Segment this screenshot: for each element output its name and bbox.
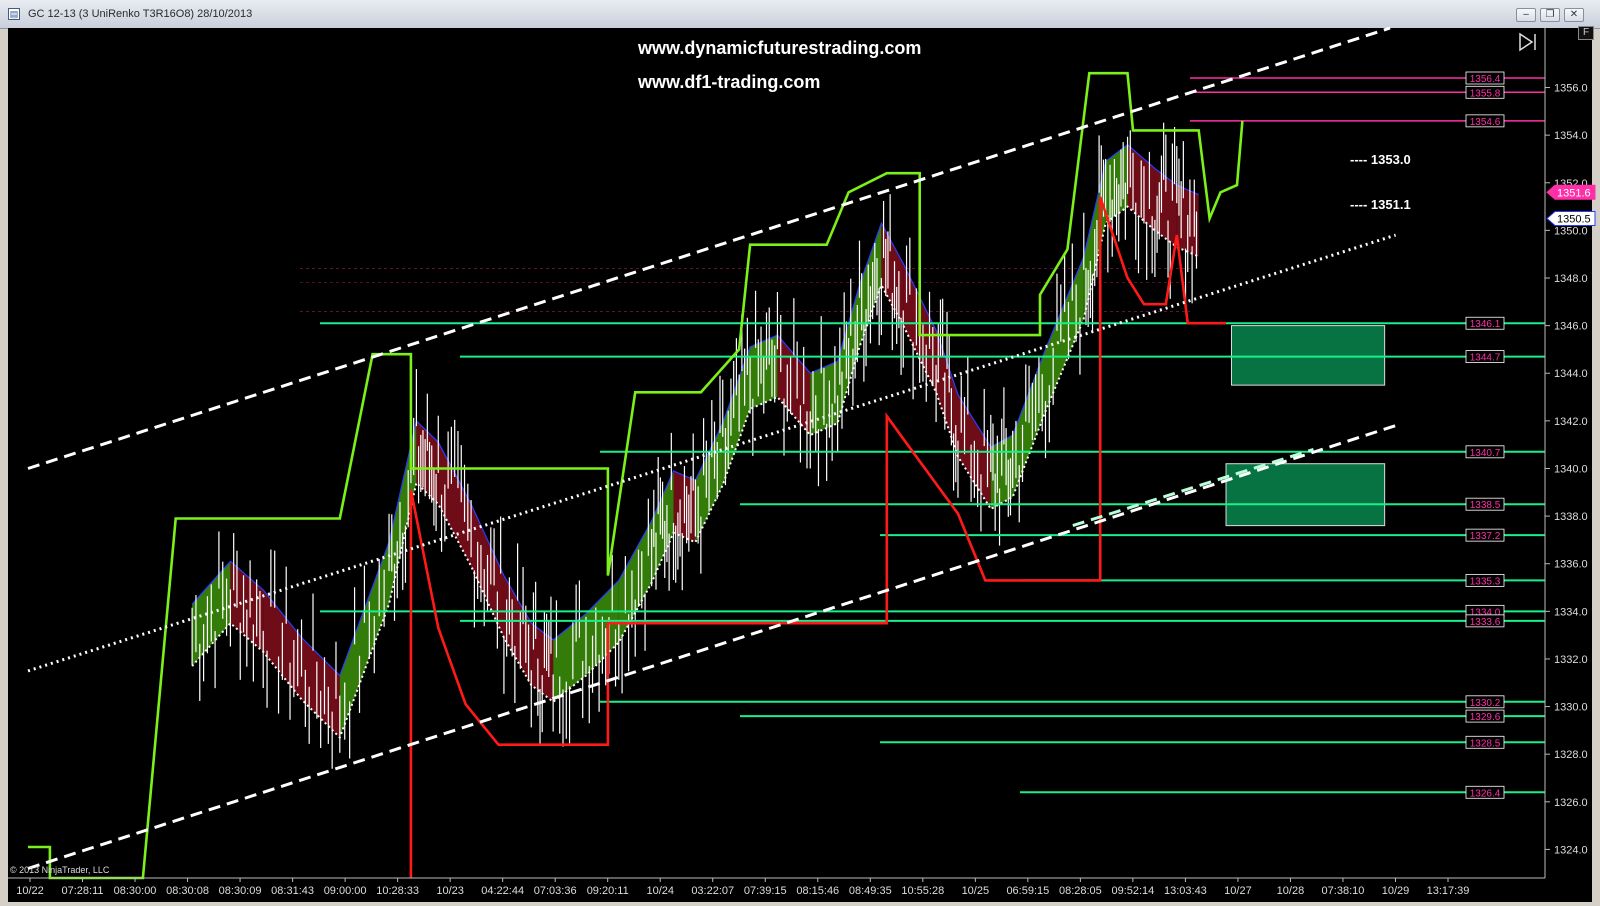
copyright-text: © 2013 NinjaTrader, LLC — [10, 865, 110, 875]
time-tick-label: 10/27 — [1224, 885, 1252, 897]
price-annotation: ---- 1353.0 — [1350, 152, 1411, 167]
time-tick-label: 09:52:14 — [1111, 885, 1154, 897]
price-tick-label: 1354.0 — [1554, 130, 1588, 142]
level-tag-text: 1338.5 — [1470, 500, 1501, 511]
price-marker-text: 1350.5 — [1557, 213, 1591, 225]
price-tick-label: 1346.0 — [1554, 321, 1588, 333]
time-tick-label: 10:28:33 — [376, 885, 419, 897]
watermark-url-1: www.dynamicfuturestrading.com — [638, 38, 922, 58]
time-tick-label: 10/28 — [1277, 885, 1305, 897]
level-tag-text: 1354.6 — [1470, 117, 1501, 128]
time-tick-label: 09:00:00 — [324, 885, 367, 897]
price-tick-label: 1328.0 — [1554, 749, 1588, 761]
time-tick-label: 08:28:05 — [1059, 885, 1102, 897]
time-tick-label: 07:03:36 — [534, 885, 577, 897]
level-tag-text: 1335.3 — [1470, 576, 1501, 587]
level-tag-text: 1329.6 — [1470, 712, 1501, 723]
level-tag-text: 1326.4 — [1470, 788, 1501, 799]
level-tag-text: 1337.2 — [1470, 531, 1501, 542]
price-tick-label: 1348.0 — [1554, 273, 1588, 285]
time-tick-label: 10:55:28 — [901, 885, 944, 897]
time-tick-label: 08:30:00 — [114, 885, 157, 897]
price-tick-label: 1330.0 — [1554, 702, 1588, 714]
level-tag-text: 1356.4 — [1470, 74, 1501, 85]
time-tick-label: 13:03:43 — [1164, 885, 1207, 897]
time-tick-label: 10/23 — [436, 885, 464, 897]
price-tick-label: 1356.0 — [1554, 83, 1588, 95]
price-tick-label: 1324.0 — [1554, 844, 1588, 856]
price-tick-label: 1340.0 — [1554, 463, 1588, 475]
price-tick-label: 1332.0 — [1554, 654, 1588, 666]
time-tick-label: 07:39:15 — [744, 885, 787, 897]
time-tick-label: 10/29 — [1382, 885, 1410, 897]
price-tick-label: 1350.0 — [1554, 225, 1588, 237]
level-tag-text: 1328.5 — [1470, 738, 1501, 749]
time-tick-label: 08:49:35 — [849, 885, 892, 897]
level-tag-text: 1344.7 — [1470, 353, 1501, 364]
time-tick-label: 10/24 — [646, 885, 674, 897]
price-chart[interactable]: 1356.4 1355.8 1354.6 1346.1 1344.7 1340.7 1338… — [0, 0, 1600, 906]
time-tick-label: 04:22:44 — [481, 885, 524, 897]
chart-window: ▤ GC 12-13 (3 UniRenko T3R16O8) 28/10/20… — [0, 0, 1600, 906]
price-tick-label: 1334.0 — [1554, 606, 1588, 618]
watermark-url-2: www.df1-trading.com — [638, 72, 821, 92]
level-tag-text: 1333.6 — [1470, 617, 1501, 628]
price-marker-text: 1351.6 — [1557, 187, 1591, 199]
time-tick-label: 10/25 — [962, 885, 990, 897]
price-tick-label: 1338.0 — [1554, 511, 1588, 523]
time-tick-label: 07:38:10 — [1322, 885, 1365, 897]
price-annotation: ---- 1351.1 — [1350, 197, 1411, 212]
level-tag-text: 1355.8 — [1470, 88, 1501, 99]
f-button[interactable]: F — [1578, 26, 1594, 40]
time-tick-label: 08:30:09 — [219, 885, 262, 897]
time-tick-label: 08:15:46 — [796, 885, 839, 897]
price-tick-label: 1344.0 — [1554, 368, 1588, 380]
level-tag-text: 1346.1 — [1470, 319, 1501, 330]
time-tick-label: 03:22:07 — [691, 885, 734, 897]
level-tag-text: 1340.7 — [1470, 448, 1501, 459]
time-tick-label: 13:17:39 — [1427, 885, 1470, 897]
demand-zone-1 — [1230, 325, 1386, 386]
time-tick-label: 09:20:11 — [587, 885, 629, 897]
price-tick-label: 1336.0 — [1554, 559, 1588, 571]
time-tick-label: 08:31:43 — [271, 885, 314, 897]
time-tick-label: 07:28:11 — [62, 885, 104, 897]
price-tick-label: 1326.0 — [1554, 797, 1588, 809]
level-tag-text: 1330.2 — [1470, 698, 1501, 709]
time-tick-label: 08:30:08 — [166, 885, 209, 897]
time-tick-label: 06:59:15 — [1006, 885, 1049, 897]
price-tick-label: 1342.0 — [1554, 416, 1588, 428]
time-tick-label: 10/22 — [16, 885, 44, 897]
